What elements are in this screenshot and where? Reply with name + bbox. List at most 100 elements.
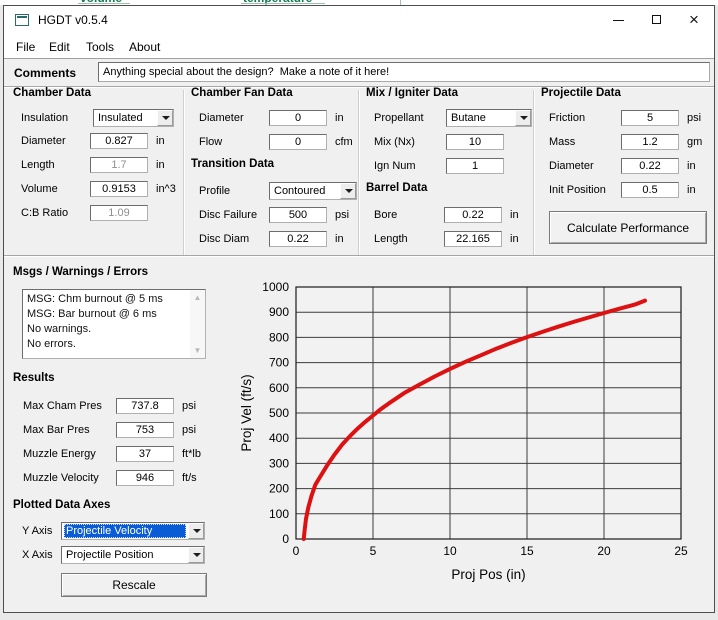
init-position-field[interactable] (621, 182, 679, 198)
y-axis-title: Proj Vel (ft/s) (239, 374, 254, 451)
ign-num-label: Ign Num (374, 160, 416, 172)
cb-ratio-field[interactable] (90, 205, 148, 221)
disc-diam-label: Disc Diam (199, 233, 249, 245)
chamber-volume-field[interactable] (90, 181, 148, 197)
mass-unit: gm (687, 136, 702, 148)
rescale-button[interactable]: Rescale (61, 573, 207, 597)
x-axis-value: Projectile Position (64, 548, 186, 562)
chamber-length-field[interactable] (90, 157, 148, 173)
x-tick-label: 5 (370, 544, 377, 558)
messages-scrollbar[interactable]: ▲ ▼ (190, 290, 205, 358)
propellant-dropdown-button[interactable] (515, 110, 531, 126)
fan-diameter-field[interactable] (269, 110, 327, 126)
menu-tools[interactable]: Tools (82, 38, 118, 56)
barrel-data-header: Barrel Data (366, 182, 427, 194)
y-tick-label: 1000 (262, 280, 289, 294)
max-cham-pres-label: Max Cham Pres (23, 400, 102, 412)
menu-file[interactable]: File (12, 38, 39, 56)
comments-row: Comments (4, 60, 714, 87)
proj-diameter-label: Diameter (549, 160, 594, 172)
messages-listbox[interactable]: MSG: Chm burnout @ 5 ms MSG: Bar burnout… (22, 289, 206, 359)
profile-combo[interactable]: Contoured (269, 182, 357, 200)
chamber-diameter-unit: in (156, 135, 165, 147)
propellant-combo[interactable]: Butane (446, 109, 532, 127)
message-line: No warnings. (27, 322, 201, 337)
y-axis-value: Projectile Velocity (64, 524, 186, 538)
x-axis-combo[interactable]: Projectile Position (61, 546, 205, 564)
disc-failure-label: Disc Failure (199, 209, 257, 221)
max-cham-pres-field[interactable] (116, 398, 174, 414)
fan-flow-unit: cfm (335, 136, 353, 148)
x-tick-label: 10 (443, 544, 457, 558)
max-bar-pres-field[interactable] (116, 422, 174, 438)
insulation-dropdown-button[interactable] (157, 110, 173, 126)
messages-header: Msgs / Warnings / Errors (13, 266, 148, 278)
init-position-unit: in (687, 184, 696, 196)
friction-unit: psi (687, 112, 701, 124)
transition-data-header: Transition Data (191, 158, 274, 170)
comments-input[interactable] (98, 62, 710, 82)
y-axis-combo[interactable]: Projectile Velocity (61, 522, 205, 540)
profile-dropdown-button[interactable] (340, 183, 356, 199)
chevron-down-icon (345, 189, 353, 193)
chamber-diameter-field[interactable] (90, 133, 148, 149)
barrel-length-field[interactable] (444, 231, 502, 247)
menu-about[interactable]: About (125, 38, 164, 56)
friction-label: Friction (549, 112, 585, 124)
proj-diameter-field[interactable] (621, 158, 679, 174)
scroll-up-icon[interactable]: ▲ (190, 290, 205, 305)
y-tick-label: 400 (269, 431, 289, 445)
app-window: HGDT v0.5.4 × File Edit Tools About Comm… (3, 5, 715, 613)
muzzle-energy-field[interactable] (116, 446, 174, 462)
close-button[interactable]: × (674, 6, 714, 34)
projectile-data-header: Projectile Data (541, 87, 621, 99)
chamber-length-label: Length (21, 159, 55, 171)
title-bar[interactable]: HGDT v0.5.4 × (4, 6, 714, 34)
max-bar-pres-label: Max Bar Pres (23, 424, 90, 436)
x-tick-label: 25 (674, 544, 688, 558)
bore-field[interactable] (444, 207, 502, 223)
y-tick-label: 300 (269, 456, 289, 470)
y-tick-label: 100 (269, 507, 289, 521)
y-axis-dropdown-button[interactable] (188, 523, 204, 539)
message-line: MSG: Bar burnout @ 6 ms (27, 307, 201, 322)
x-axis-dropdown-button[interactable] (188, 547, 204, 563)
mix-field[interactable] (446, 134, 504, 150)
column-separator (183, 90, 184, 256)
disc-failure-field[interactable] (269, 207, 327, 223)
muzzle-velocity-label: Muzzle Velocity (23, 472, 99, 484)
message-line: No errors. (27, 337, 201, 352)
propellant-label: Propellant (374, 112, 424, 124)
x-tick-label: 20 (597, 544, 611, 558)
mass-field[interactable] (621, 134, 679, 150)
y-tick-label: 0 (282, 532, 289, 546)
y-tick-label: 200 (269, 482, 289, 496)
fan-flow-field[interactable] (269, 134, 327, 150)
window-title: HGDT v0.5.4 (38, 13, 108, 27)
x-axis-title: Proj Pos (in) (451, 567, 525, 582)
scroll-down-icon[interactable]: ▼ (190, 343, 205, 358)
results-header: Results (13, 372, 55, 384)
muzzle-velocity-field[interactable] (116, 470, 174, 486)
ign-num-field[interactable] (446, 158, 504, 174)
profile-value: Contoured (272, 184, 338, 198)
y-tick-label: 700 (269, 356, 289, 370)
chamber-data-header: Chamber Data (13, 87, 91, 99)
muzzle-energy-label: Muzzle Energy (23, 448, 96, 460)
insulation-combo[interactable]: Insulated (93, 109, 174, 127)
friction-field[interactable] (621, 110, 679, 126)
calculate-performance-button[interactable]: Calculate Performance (549, 211, 707, 244)
minimize-icon (613, 20, 624, 21)
maximize-button[interactable] (636, 6, 676, 34)
proj-diameter-unit: in (687, 160, 696, 172)
x-tick-label: 0 (293, 544, 300, 558)
minimize-button[interactable] (598, 6, 638, 34)
background-underline (241, 3, 325, 4)
fan-diameter-unit: in (335, 112, 344, 124)
chevron-down-icon (193, 553, 201, 557)
disc-failure-unit: psi (335, 209, 349, 221)
disc-diam-field[interactable] (269, 231, 327, 247)
cb-ratio-label: C:B Ratio (21, 207, 68, 219)
menu-edit[interactable]: Edit (45, 38, 74, 56)
chamber-volume-label: Volume (21, 183, 58, 195)
